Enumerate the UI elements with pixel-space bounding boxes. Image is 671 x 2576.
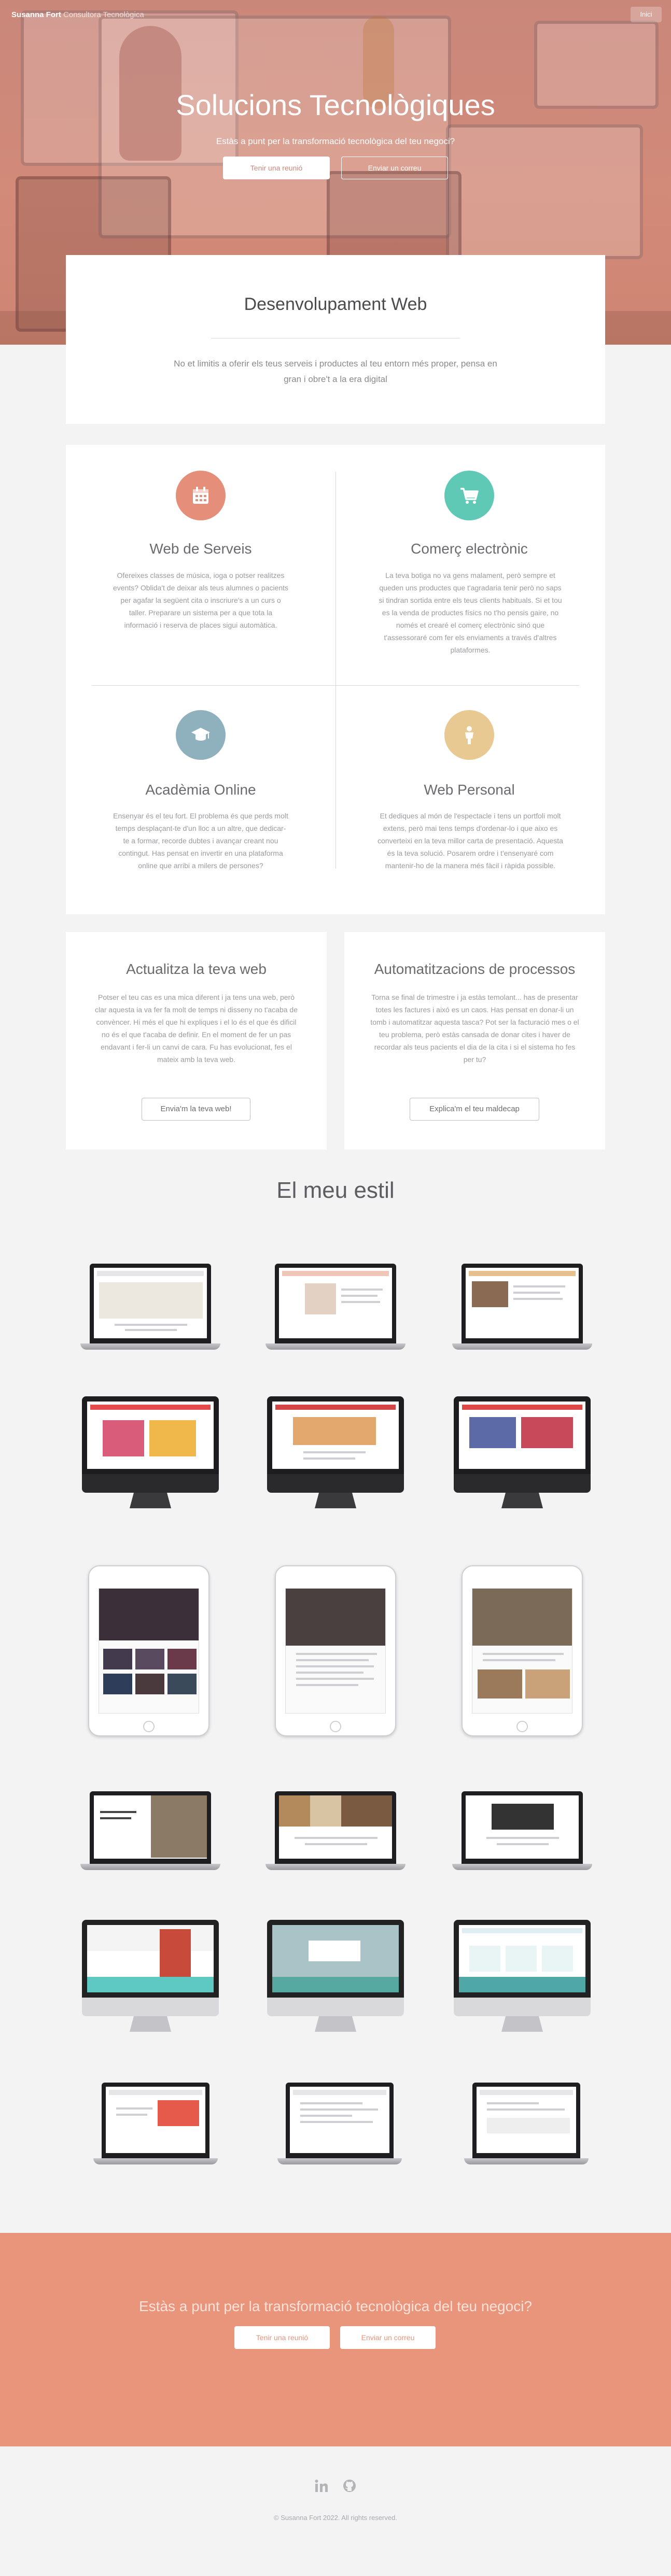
automation-title: Automatitzacions de processos	[374, 961, 576, 977]
portfolio-imac[interactable]	[454, 1920, 591, 2034]
service-title: Web Personal	[424, 782, 515, 798]
portfolio-screen	[286, 2083, 394, 2158]
services-card: Web de Serveis Ofereixes classes de músi…	[66, 445, 605, 914]
portfolio-imac[interactable]	[82, 1920, 219, 2034]
copyright-text: © Susanna Fort 2022. All rights reserved…	[274, 2514, 397, 2522]
portfolio-screen	[99, 1588, 199, 1714]
portfolio-screen	[82, 1920, 219, 1998]
portfolio-screen	[285, 1588, 386, 1714]
hero-subtitle: Estàs a punt per la transformació tecnol…	[216, 136, 455, 146]
portfolio-screen	[82, 1396, 219, 1474]
portfolio-imac[interactable]	[267, 1920, 404, 2034]
hero-meeting-button[interactable]: Tenir una reunió	[223, 157, 330, 179]
update-web-title: Actualitza la teva web	[126, 961, 267, 977]
portfolio-imac[interactable]	[267, 1396, 404, 1509]
calendar-icon	[193, 487, 208, 504]
portfolio-screen	[102, 2083, 209, 2158]
update-web-text: Potser el teu cas es una mica diferent i…	[94, 993, 298, 1064]
service-text: La teva botiga no va gens malament, però…	[379, 571, 562, 654]
portfolio-laptop[interactable]	[452, 1791, 592, 1873]
portfolio-screen	[472, 1588, 572, 1714]
portfolio-screen	[275, 1791, 396, 1864]
service-text: Ensenyar és el teu fort. El problema és …	[113, 812, 288, 870]
portfolio-screen	[267, 1920, 404, 1998]
portfolio-laptop[interactable]	[80, 1791, 220, 1873]
explain-problem-button[interactable]: Explica'm el teu maldecap	[410, 1098, 539, 1121]
portfolio-screen	[462, 1264, 583, 1343]
portfolio-screen	[90, 1264, 211, 1343]
portfolio-imac[interactable]	[454, 1396, 591, 1509]
navbar: Susanna Fort Consultora Tecnològica Inic…	[0, 0, 671, 29]
style-section-title: El meu estil	[276, 1178, 395, 1203]
person-icon	[465, 726, 473, 744]
linkedin-icon[interactable]	[314, 2479, 329, 2493]
service-icon-circle	[176, 710, 226, 760]
portfolio-laptop[interactable]	[93, 2083, 218, 2165]
portfolio-screen	[462, 1791, 583, 1864]
portfolio-laptop[interactable]	[464, 2083, 589, 2165]
service-title: Comerç electrònic	[411, 541, 528, 557]
update-web-card: Actualitza la teva web Potser el teu cas…	[66, 932, 327, 1150]
service-text: Et dediques al món de l'espectacle i ten…	[378, 812, 563, 870]
portfolio-laptop[interactable]	[265, 1791, 406, 1873]
cta-title: Estàs a punt per la transformació tecnol…	[138, 2298, 532, 2314]
portfolio-laptop[interactable]	[80, 1264, 220, 1353]
portfolio-imac[interactable]	[82, 1396, 219, 1509]
hero-email-button[interactable]: Enviar un correu	[341, 157, 448, 179]
menu-inici-button[interactable]: Inici	[631, 7, 662, 22]
web-development-title: Desenvolupament Web	[244, 294, 427, 314]
graduation-cap-icon	[191, 728, 210, 741]
service-text: Ofereixes classes de música, ioga o pots…	[113, 571, 289, 629]
service-icon-circle	[176, 471, 226, 520]
service-title: Web de Serveis	[149, 541, 252, 557]
cta-email-button[interactable]: Enviar un correu	[340, 2326, 436, 2349]
portfolio-screen	[454, 1920, 591, 1998]
portfolio-screen	[472, 2083, 580, 2158]
portfolio-laptop[interactable]	[277, 2083, 402, 2165]
web-development-text: No et limitis a oferir els teus serveis …	[174, 359, 497, 384]
cta-meeting-button[interactable]: Tenir una reunió	[234, 2326, 330, 2349]
portfolio-screen	[275, 1264, 396, 1343]
portfolio-screen	[454, 1396, 591, 1474]
portfolio-screen	[267, 1396, 404, 1474]
service-title: Acadèmia Online	[145, 782, 256, 798]
cart-icon	[460, 488, 479, 504]
portfolio-screen	[90, 1791, 211, 1864]
cta-section	[0, 2233, 671, 2446]
hero-title: Solucions Tecnològiques	[176, 89, 495, 121]
web-development-card: Desenvolupament Web No et limitis a ofer…	[66, 255, 605, 424]
portfolio-laptop[interactable]	[265, 1264, 406, 1353]
portfolio-tablet[interactable]	[462, 1565, 583, 1736]
portfolio-tablet[interactable]	[88, 1565, 209, 1736]
horizontal-divider	[92, 685, 579, 686]
portfolio-laptop[interactable]	[452, 1264, 592, 1353]
brand[interactable]: Susanna Fort Consultora Tecnològica	[11, 10, 144, 19]
brand-subtitle: Consultora Tecnològica	[63, 10, 144, 19]
brand-name: Susanna Fort	[11, 10, 61, 19]
automation-card: Automatitzacions de processos Torna se f…	[344, 932, 605, 1150]
github-icon[interactable]	[342, 2479, 357, 2493]
automation-text: Torna se final de trimestre i ja estàs t…	[370, 993, 579, 1064]
portfolio-tablet[interactable]	[275, 1565, 396, 1736]
service-icon-circle	[444, 710, 494, 760]
service-icon-circle	[444, 471, 494, 520]
send-web-button[interactable]: Envia'm la teva web!	[142, 1098, 250, 1121]
